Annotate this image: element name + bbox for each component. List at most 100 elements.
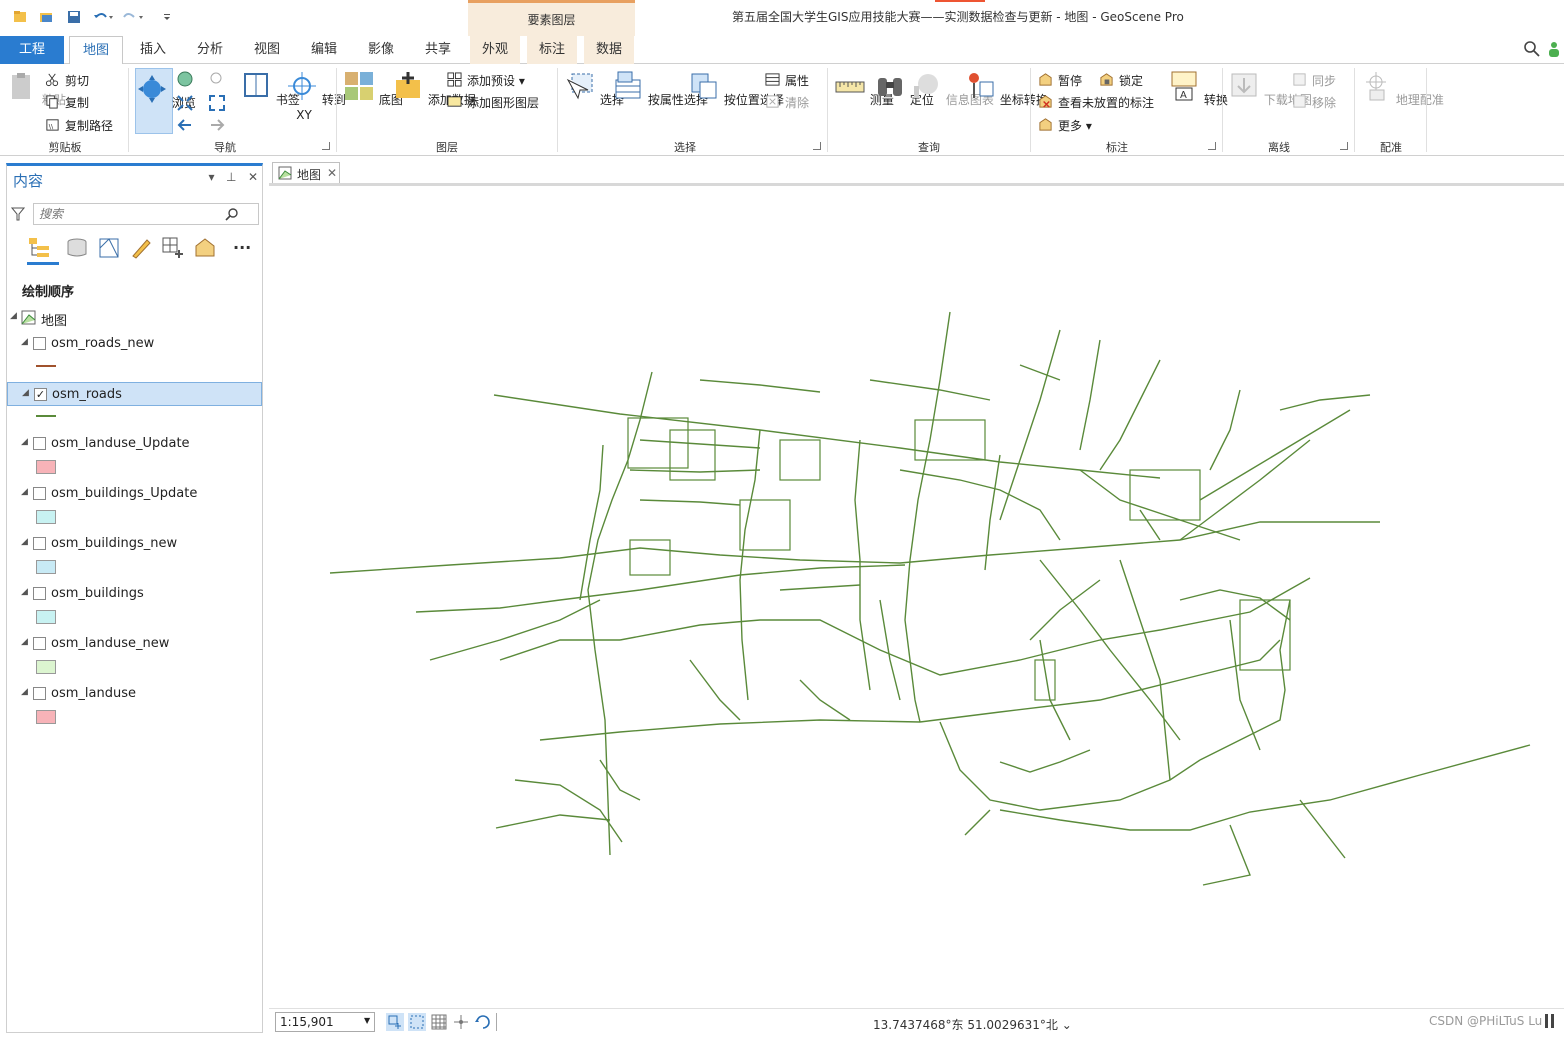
layer-row-osm_landuse_new[interactable]: ◢ osm_landuse_new: [7, 632, 262, 656]
layer-row-osm_buildings_Update[interactable]: ◢ osm_buildings_Update: [7, 482, 262, 506]
correction-icon[interactable]: [452, 1013, 470, 1031]
expand-icon[interactable]: ◢: [10, 311, 17, 321]
basemap-button[interactable]: 底图: [343, 70, 403, 108]
chevron-down-icon[interactable]: ⌄: [1062, 1018, 1072, 1032]
list-by-drawing-order-icon[interactable]: [27, 236, 51, 260]
layer-row-osm_roads[interactable]: ◢ ✓ osm_roads: [7, 382, 262, 406]
layer-visibility-checkbox[interactable]: [33, 487, 46, 500]
bookmarks-button[interactable]: 书签: [240, 70, 300, 108]
search-icon[interactable]: [225, 207, 239, 221]
more-labeling-button[interactable]: 更多 ▾: [1038, 117, 1092, 134]
close-tab-icon[interactable]: ✕: [327, 166, 337, 180]
tab-data[interactable]: 数据: [584, 36, 634, 64]
locate-button[interactable]: 定位: [874, 70, 934, 108]
map-view-tab[interactable]: 地图 ✕: [272, 162, 340, 184]
convert-labels-button[interactable]: A 转换: [1168, 70, 1228, 108]
select-button[interactable]: 选择: [564, 70, 624, 108]
expand-icon[interactable]: ◢: [21, 637, 28, 647]
coordinate-readout[interactable]: 13.7437468°东 51.0029631°北 ⌄: [873, 1016, 1072, 1033]
download-map-button[interactable]: 下载地图: [1228, 70, 1312, 108]
add-preset-button[interactable]: 添加预设 ▾: [447, 72, 525, 89]
list-by-editing-icon[interactable]: [129, 236, 153, 260]
tab-map[interactable]: 地图: [69, 36, 123, 65]
undo-icon[interactable]: [92, 9, 114, 25]
offline-launcher-icon[interactable]: [1340, 142, 1348, 150]
customize-toolbar-icon[interactable]: [162, 9, 172, 25]
explore-button[interactable]: 浏览: [135, 68, 196, 134]
add-graphics-layer-button[interactable]: 添加图形图层: [447, 94, 539, 111]
goto-xy-button[interactable]: 转到 XY: [286, 70, 346, 122]
layer-row-osm_landuse_Update[interactable]: ◢ osm_landuse_Update: [7, 432, 262, 456]
tab-project[interactable]: 工程: [0, 36, 64, 64]
expand-icon[interactable]: ◢: [21, 537, 28, 547]
tab-share[interactable]: 共享: [413, 36, 463, 64]
new-project-icon[interactable]: [12, 9, 28, 25]
clear-selection-button[interactable]: 清除: [765, 94, 809, 111]
georeference-button[interactable]: 地理配准: [1360, 70, 1444, 108]
snapping-icon[interactable]: [408, 1013, 426, 1031]
layer-symbol-swatch[interactable]: [36, 460, 56, 474]
infographics-button[interactable]: 信息图表: [910, 70, 994, 108]
expand-icon[interactable]: ◢: [21, 337, 28, 347]
attributes-button[interactable]: 属性: [765, 72, 809, 89]
layer-visibility-checkbox[interactable]: [33, 337, 46, 350]
labeling-launcher-icon[interactable]: [1208, 142, 1216, 150]
layer-symbol-swatch[interactable]: [36, 710, 56, 724]
list-by-selection-icon[interactable]: [97, 236, 121, 260]
pause-labeling-button[interactable]: 暂停: [1038, 72, 1082, 89]
layer-row-osm_roads_new[interactable]: ◢ osm_roads_new: [7, 332, 262, 356]
globe-icon[interactable]: [176, 70, 194, 88]
layer-visibility-checkbox[interactable]: [33, 537, 46, 550]
expand-icon[interactable]: ◢: [21, 587, 28, 597]
tab-appearance[interactable]: 外观: [470, 36, 520, 64]
list-by-labeling-icon[interactable]: [193, 236, 217, 260]
coordinate-conversion-button[interactable]: 坐标转换: [964, 70, 1048, 108]
grid-icon[interactable]: [430, 1013, 448, 1031]
layer-visibility-checkbox[interactable]: ✓: [34, 388, 47, 401]
layer-visibility-checkbox[interactable]: [33, 637, 46, 650]
measure-button[interactable]: 测量: [834, 70, 894, 108]
list-by-source-icon[interactable]: [65, 236, 89, 260]
map-view[interactable]: 地图 ✕: [269, 160, 1564, 1038]
layer-symbol-swatch[interactable]: [36, 510, 56, 524]
navigate-launcher-icon[interactable]: [322, 142, 330, 150]
pin-icon[interactable]: ⊥: [226, 170, 236, 184]
previous-extent-icon[interactable]: [176, 116, 194, 134]
refresh-icon[interactable]: [474, 1013, 492, 1031]
close-icon[interactable]: ✕: [248, 170, 258, 184]
scale-selector[interactable]: 1:15,901 ▼: [275, 1012, 375, 1032]
redo-icon[interactable]: [122, 9, 144, 25]
layer-row-osm_landuse[interactable]: ◢ osm_landuse: [7, 682, 262, 706]
tab-imagery[interactable]: 影像: [356, 36, 406, 64]
layer-visibility-checkbox[interactable]: [33, 687, 46, 700]
copy-button[interactable]: 复制: [45, 94, 89, 111]
fixed-zoom-out-icon[interactable]: [208, 94, 226, 112]
tab-labeling[interactable]: 标注: [527, 36, 577, 64]
user-icon[interactable]: [1548, 40, 1560, 58]
expand-icon[interactable]: ◢: [21, 687, 28, 697]
filter-icon[interactable]: [11, 206, 25, 222]
expand-icon[interactable]: ◢: [22, 388, 29, 398]
pause-drawing-icon[interactable]: [1545, 1014, 1548, 1028]
map-node[interactable]: ◢ 地图: [7, 306, 262, 330]
next-extent-icon[interactable]: [208, 116, 226, 134]
cut-button[interactable]: 剪切: [45, 72, 89, 89]
expand-icon[interactable]: ◢: [21, 437, 28, 447]
search-icon[interactable]: [1523, 40, 1541, 58]
layer-symbol-swatch[interactable]: [36, 610, 56, 624]
zoom-full-extent-icon[interactable]: [176, 94, 194, 112]
add-data-button[interactable]: 添加数据: [392, 70, 476, 108]
tab-analysis[interactable]: 分析: [185, 36, 235, 64]
layer-row-osm_buildings_new[interactable]: ◢ osm_buildings_new: [7, 532, 262, 556]
zoom-selected-icon[interactable]: [208, 70, 226, 88]
tab-insert[interactable]: 插入: [128, 36, 178, 64]
layer-row-osm_buildings[interactable]: ◢ osm_buildings: [7, 582, 262, 606]
more-views-button[interactable]: ···: [233, 238, 251, 257]
select-by-attributes-button[interactable]: 按属性选择: [612, 70, 708, 108]
save-icon[interactable]: [66, 9, 82, 25]
open-project-icon[interactable]: [38, 9, 54, 25]
layer-visibility-checkbox[interactable]: [33, 437, 46, 450]
layer-symbol-swatch[interactable]: [36, 415, 56, 417]
expand-icon[interactable]: ◢: [21, 487, 28, 497]
view-unplaced-button[interactable]: 查看未放置的标注: [1038, 94, 1154, 111]
